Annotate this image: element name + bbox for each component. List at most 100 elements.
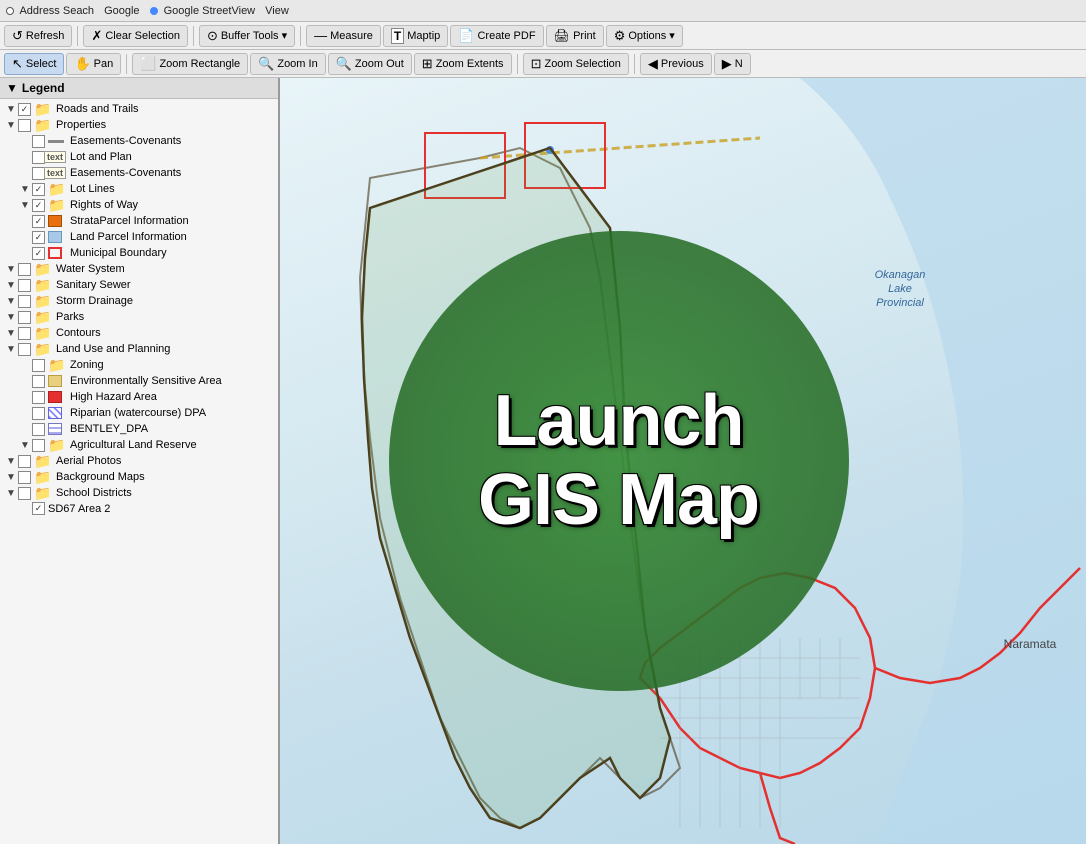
layer-checkbox[interactable]	[32, 391, 45, 404]
zoom-in-button[interactable]: 🔍 Zoom In	[250, 53, 326, 75]
legend-item[interactable]: ▼📁Storm Drainage	[0, 293, 278, 309]
legend-item[interactable]: ▼📁Properties	[0, 117, 278, 133]
legend-item[interactable]: ▼📁Lot Lines	[0, 181, 278, 197]
expander-icon[interactable]: ▼	[4, 120, 18, 131]
layer-checkbox[interactable]	[32, 359, 45, 372]
layer-checkbox[interactable]	[32, 231, 45, 244]
layer-checkbox[interactable]	[18, 327, 31, 340]
layer-checkbox[interactable]	[18, 279, 31, 292]
layer-checkbox[interactable]	[18, 343, 31, 356]
print-button[interactable]: 🖨 Print	[546, 25, 604, 47]
map-area[interactable]: Okanagan Lake Provincial Naramata Launch…	[280, 78, 1086, 844]
layer-checkbox[interactable]	[18, 119, 31, 132]
expander-icon[interactable]: ▼	[18, 184, 32, 195]
layer-label: School Districts	[56, 487, 132, 499]
buffer-tools-button[interactable]: ⊙ Buffer Tools ▾	[199, 25, 295, 47]
expander-icon[interactable]: ▼	[18, 440, 32, 451]
layer-label: Riparian (watercourse) DPA	[70, 407, 206, 419]
expander-icon[interactable]: ▼	[4, 456, 18, 467]
radio-address[interactable]: Address Seach	[6, 5, 94, 17]
maptip-button[interactable]: T Maptip	[383, 25, 448, 47]
legend-item[interactable]: ▼📁Land Use and Planning	[0, 341, 278, 357]
layer-checkbox[interactable]	[32, 215, 45, 228]
legend-item[interactable]: Riparian (watercourse) DPA	[0, 405, 278, 421]
legend-item[interactable]: 📁Zoning	[0, 357, 278, 373]
legend-item[interactable]: textLot and Plan	[0, 149, 278, 165]
layer-checkbox[interactable]	[18, 263, 31, 276]
legend-item[interactable]: Environmentally Sensitive Area	[0, 373, 278, 389]
layer-checkbox[interactable]	[18, 295, 31, 308]
expander-icon[interactable]: ▼	[4, 472, 18, 483]
layer-checkbox[interactable]	[32, 135, 45, 148]
separator3	[300, 26, 301, 46]
select-button[interactable]: ↖ Select	[4, 53, 64, 75]
next-button[interactable]: ▶ N	[714, 53, 751, 75]
expander-icon[interactable]: ▼	[4, 312, 18, 323]
layer-icon	[48, 230, 66, 244]
layer-icon: 📁	[34, 102, 52, 116]
legend-item[interactable]: Municipal Boundary	[0, 245, 278, 261]
link-view[interactable]: View	[265, 5, 289, 17]
layer-checkbox[interactable]	[32, 407, 45, 420]
zoom-rectangle-button[interactable]: ⬜ Zoom Rectangle	[132, 53, 248, 75]
layer-checkbox[interactable]	[32, 247, 45, 260]
layer-checkbox[interactable]	[18, 471, 31, 484]
launch-gis-map-button[interactable]: Launch GIS Map	[389, 231, 849, 691]
legend-item[interactable]: SD67 Area 2	[0, 501, 278, 516]
expander-icon[interactable]: ▼	[18, 200, 32, 211]
legend-item[interactable]: ▼📁School Districts	[0, 485, 278, 501]
legend-item[interactable]: Land Parcel Information	[0, 229, 278, 245]
zoom-out-button[interactable]: 🔍 Zoom Out	[328, 53, 412, 75]
expander-icon[interactable]: ▼	[4, 104, 18, 115]
zoom-rect-icon: ⬜	[140, 56, 156, 72]
layer-icon: text	[48, 166, 66, 180]
expander-icon[interactable]: ▼	[4, 296, 18, 307]
layer-icon	[48, 214, 66, 228]
measure-button[interactable]: — Measure	[306, 25, 381, 47]
legend-item[interactable]: ▼📁Agricultural Land Reserve	[0, 437, 278, 453]
layer-checkbox[interactable]	[18, 455, 31, 468]
layer-checkbox[interactable]	[18, 311, 31, 324]
legend-item[interactable]: High Hazard Area	[0, 389, 278, 405]
radio-streetview[interactable]: Google StreetView	[150, 5, 256, 17]
expander-icon[interactable]: ▼	[4, 344, 18, 355]
legend-item[interactable]: ▼📁Background Maps	[0, 469, 278, 485]
zoom-extents-button[interactable]: ⊞ Zoom Extents	[414, 53, 512, 75]
expander-icon[interactable]: ▼	[4, 264, 18, 275]
clear-selection-button[interactable]: ✗ Clear Selection	[83, 25, 188, 47]
layer-checkbox[interactable]	[18, 103, 31, 116]
layer-checkbox[interactable]	[18, 487, 31, 500]
layer-checkbox[interactable]	[32, 439, 45, 452]
layer-checkbox[interactable]	[32, 183, 45, 196]
options-button[interactable]: ⚙ Options ▾	[606, 25, 683, 47]
legend-item[interactable]: textEasements-Covenants	[0, 165, 278, 181]
legend-item[interactable]: ▼📁Aerial Photos	[0, 453, 278, 469]
pan-icon: ✋	[74, 56, 90, 72]
legend-collapse-icon[interactable]: ▼	[6, 81, 18, 95]
legend-item[interactable]: ▼📁Sanitary Sewer	[0, 277, 278, 293]
legend-item[interactable]: Easements-Covenants	[0, 133, 278, 149]
zoom-selection-button[interactable]: ⊡ Zoom Selection	[523, 53, 629, 75]
layer-checkbox[interactable]	[32, 502, 45, 515]
expander-icon[interactable]: ▼	[4, 328, 18, 339]
link-google[interactable]: Google	[104, 5, 139, 17]
legend-item[interactable]: StrataParcel Information	[0, 213, 278, 229]
layer-checkbox[interactable]	[32, 199, 45, 212]
legend-item[interactable]: BENTLEY_DPA	[0, 421, 278, 437]
legend-item[interactable]: ▼📁Parks	[0, 309, 278, 325]
zoom-in-icon: 🔍	[258, 56, 274, 72]
previous-button[interactable]: ◀ Previous	[640, 53, 712, 75]
expander-icon[interactable]: ▼	[4, 488, 18, 499]
legend-item[interactable]: ▼📁Water System	[0, 261, 278, 277]
layer-icon: 📁	[34, 278, 52, 292]
layer-checkbox[interactable]	[32, 375, 45, 388]
create-pdf-button[interactable]: 📄 Create PDF	[450, 25, 543, 47]
legend-item[interactable]: ▼📁Rights of Way	[0, 197, 278, 213]
layer-checkbox[interactable]	[32, 423, 45, 436]
sep-t2-1	[126, 54, 127, 74]
refresh-button[interactable]: ↺ Refresh	[4, 25, 72, 47]
expander-icon[interactable]: ▼	[4, 280, 18, 291]
legend-item[interactable]: ▼📁Roads and Trails	[0, 101, 278, 117]
pan-button[interactable]: ✋ Pan	[66, 53, 121, 75]
legend-item[interactable]: ▼📁Contours	[0, 325, 278, 341]
